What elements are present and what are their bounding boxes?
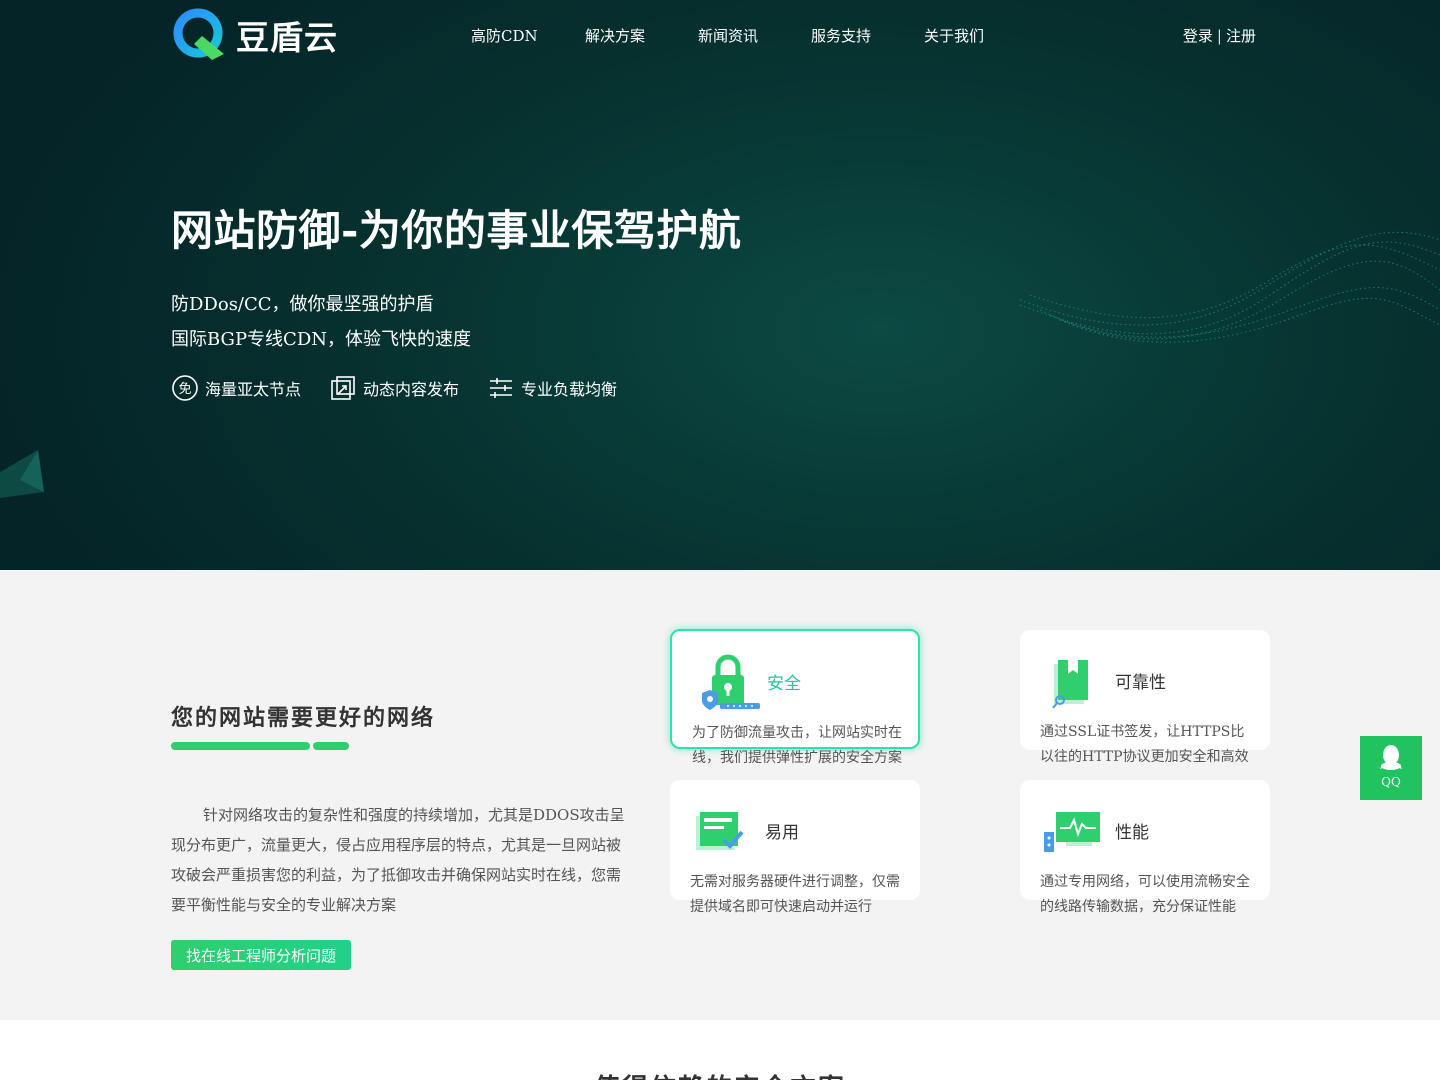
brand-name: 豆盾云 (236, 18, 338, 57)
nav-item-news[interactable]: 新闻资讯 (698, 25, 758, 46)
login-link[interactable]: 登录 (1183, 27, 1213, 45)
title-underline-short (313, 742, 349, 750)
section3-title: 值得信赖的安全方案 (0, 1068, 1440, 1080)
logo-q-icon (173, 8, 224, 60)
auth-links: 登录 | 注册 (1183, 25, 1256, 46)
card-security[interactable]: 安全 为了防御流量攻击，让网站实时在线，我们提供弹性扩展的安全方案 (670, 629, 920, 766)
section-description: 针对网络攻击的复杂性和强度的持续增加，尤其是DDOS攻击呈现分布更广，流量更大，… (171, 806, 625, 914)
hero-subtitle-ddos: 防DDos/CC，做你最坚强的护盾 (171, 294, 434, 315)
brand-logo[interactable]: 豆盾云 (172, 8, 338, 62)
sliders-icon (490, 378, 513, 398)
card-description: 无需对服务器硬件进行调整，仅需提供域名即可快速启动并运行 (690, 874, 900, 915)
card-title: 安全 (767, 674, 801, 694)
feature-nodes: 免 海量亚太节点 (171, 374, 301, 402)
auth-separator: | (1216, 27, 1222, 45)
nav-item-solutions[interactable]: 解决方案 (585, 25, 645, 46)
monitor-pulse-icon (1044, 812, 1100, 852)
publish-icon (331, 376, 355, 400)
svg-text:免: 免 (178, 382, 191, 397)
card-title: 可靠性 (1115, 673, 1166, 693)
card-description: 为了防御流量攻击，让网站实时在线，我们提供弹性扩展的安全方案 (692, 725, 902, 766)
browser-check-icon (696, 812, 744, 850)
particle-wave-decoration (1020, 231, 1440, 343)
section-title: 您的网站需要更好的网络 (171, 706, 436, 731)
title-underline (171, 742, 310, 750)
register-link[interactable]: 注册 (1226, 27, 1256, 45)
feature-load-balance: 专业负载均衡 (487, 374, 617, 402)
certificate-icon (1052, 660, 1088, 709)
qq-label: QQ (1381, 775, 1401, 789)
feature-dynamic-content: 动态内容发布 (329, 374, 459, 402)
feature-label: 专业负载均衡 (521, 380, 618, 399)
hero-title: 网站防御-为你的事业保驾护航 (171, 206, 742, 255)
card-ease-of-use[interactable]: 易用 无需对服务器硬件进行调整，仅需提供域名即可快速启动并运行 (670, 780, 920, 915)
qq-contact-button[interactable]: QQ (1360, 736, 1422, 800)
card-description: 通过专用网络，可以使用流畅安全的线路传输数据，充分保证性能 (1040, 874, 1250, 915)
card-reliability[interactable]: 可靠性 通过SSL证书签发，让HTTPS比以往的HTTP协议更加安全和高效 (1020, 630, 1270, 765)
free-badge-icon: 免 (172, 375, 198, 401)
lock-icon (702, 654, 760, 710)
card-performance[interactable]: 性能 通过专用网络，可以使用流畅安全的线路传输数据，充分保证性能 (1020, 780, 1270, 915)
card-description: 通过SSL证书签发，让HTTPS比以往的HTTP协议更加安全和高效 (1040, 724, 1249, 765)
nav-item-cdn[interactable]: 高防CDN (471, 25, 538, 46)
card-title: 易用 (765, 823, 799, 843)
hero-subtitle-bgp: 国际BGP专线CDN，体验飞快的速度 (171, 329, 472, 350)
network-section: 您的网站需要更好的网络 针对网络攻击的复杂性和强度的持续增加，尤其是DDOS攻击… (0, 570, 1440, 1020)
feature-label: 海量亚太节点 (205, 380, 302, 399)
triangle-decoration (0, 450, 44, 498)
hero-banner: 豆盾云 高防CDN 解决方案 新闻资讯 服务支持 关于我们 登录 | 注册 网站防御… (0, 0, 1440, 570)
feature-label: 动态内容发布 (363, 380, 460, 399)
nav-item-support[interactable]: 服务支持 (811, 25, 871, 46)
qq-penguin-icon (1380, 745, 1402, 770)
card-title: 性能 (1115, 823, 1149, 843)
hero-features: 免 海量亚太节点 动态内容发布 专业负载均衡 (171, 374, 645, 402)
nav-item-about[interactable]: 关于我们 (924, 25, 984, 46)
contact-engineer-button[interactable]: 找在线工程师分析问题 (171, 940, 351, 970)
